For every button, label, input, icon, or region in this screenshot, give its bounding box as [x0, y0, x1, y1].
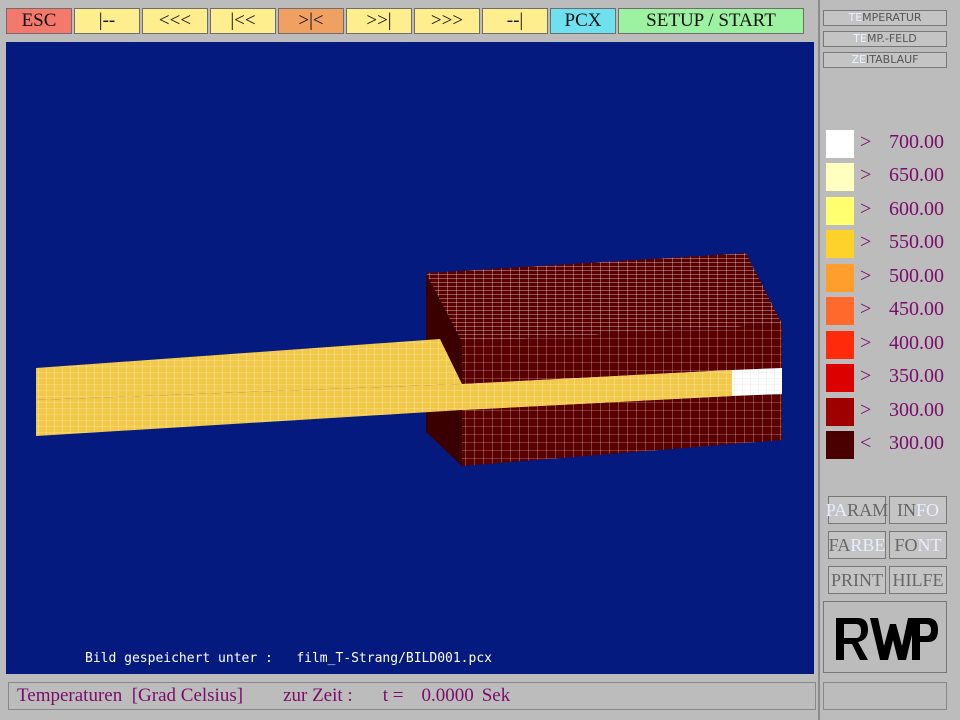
farbe-label: FA — [828, 534, 851, 555]
legend-swatch — [826, 264, 854, 292]
legend-operator: > — [860, 231, 872, 253]
legend-operator: > — [860, 131, 872, 153]
legend-operator: > — [860, 365, 872, 387]
step-backward-button[interactable]: |<< — [210, 8, 276, 34]
legend-operator: > — [860, 198, 872, 220]
font-hotkey: NT — [917, 534, 942, 555]
legend-operator: < — [860, 432, 872, 454]
farbe-hotkey: RBE — [850, 534, 886, 555]
print-button[interactable]: PRINT — [828, 566, 886, 594]
legend-row: >600.00 — [826, 197, 946, 225]
menu-zeitablauf[interactable]: ZEITABLAUF — [823, 52, 947, 68]
pcx-export-button[interactable]: PCX — [550, 8, 616, 34]
legend-operator: > — [860, 298, 872, 320]
legend-value: 700.00 — [889, 131, 944, 153]
menu-temperatur-hotkey: TE — [848, 11, 863, 24]
hilfe-label: HILFE — [892, 569, 944, 590]
menu-zeitablauf-label: ITABLAUF — [866, 53, 919, 66]
legend-row: >500.00 — [826, 264, 946, 292]
legend-row: >400.00 — [826, 331, 946, 359]
print-label: PRINT — [830, 569, 883, 590]
status-bar: Temperaturen [Grad Celsius] zur Zeit : t… — [8, 682, 816, 710]
info-button[interactable]: IN FO — [889, 496, 947, 524]
legend-value: 550.00 — [889, 231, 944, 253]
legend-row: >550.00 — [826, 230, 946, 258]
legend-row: >450.00 — [826, 297, 946, 325]
t-value: 0.0000 — [421, 685, 474, 706]
bottom-right-panel — [823, 682, 947, 710]
menu-temperatur[interactable]: TEMPERATUR — [823, 10, 947, 26]
farbe-button[interactable]: FA RBE — [828, 531, 886, 559]
param-hotkey: PA — [825, 499, 848, 520]
legend-operator: > — [860, 265, 872, 287]
legend-swatch — [826, 130, 854, 158]
legend-row: <300.00 — [826, 431, 946, 459]
param-label: RAM — [847, 499, 889, 520]
legend-swatch — [826, 163, 854, 191]
legend-value: 300.00 — [889, 432, 944, 454]
legend-operator: > — [860, 399, 872, 421]
info-label: IN — [896, 499, 916, 520]
legend-value: 600.00 — [889, 198, 944, 220]
saved-image-message: Bild gespeichert unter : film_T-Strang/B… — [85, 651, 492, 666]
temperature-label: Temperaturen [Grad Celsius] — [17, 685, 244, 706]
t-unit: Sek — [481, 685, 511, 706]
legend-row: >300.00 — [826, 398, 946, 426]
menu-temperatur-label: MPERATUR — [862, 11, 922, 24]
info-hotkey: FO — [915, 499, 939, 520]
font-label: FO — [894, 534, 918, 555]
legend-value: 650.00 — [889, 164, 944, 186]
t-label: t = — [382, 685, 404, 706]
menu-zeitablauf-hotkey: ZE — [851, 53, 867, 66]
logo-panel — [823, 601, 947, 673]
menu-temp-feld-hotkey: TE — [853, 32, 867, 45]
legend-swatch — [826, 197, 854, 225]
first-frame-button[interactable]: |-- — [74, 8, 140, 34]
fast-backward-button[interactable]: <<< — [142, 8, 208, 34]
hot-tip — [732, 368, 782, 396]
param-button[interactable]: PA RAM — [825, 496, 889, 524]
legend-swatch — [826, 398, 854, 426]
legend-row: >700.00 — [826, 130, 946, 158]
font-button[interactable]: FO NT — [889, 531, 947, 559]
legend-swatch — [826, 230, 854, 258]
step-forward-button[interactable]: >>| — [346, 8, 412, 34]
legend-value: 450.00 — [889, 298, 944, 320]
hilfe-button[interactable]: HILFE — [889, 566, 947, 594]
render-viewport[interactable]: Bild gespeichert unter : film_T-Strang/B… — [6, 42, 814, 674]
menu-temp-feld-label: MP.-FELD — [866, 32, 917, 45]
stop-button[interactable]: >|< — [278, 8, 344, 34]
legend-value: 300.00 — [889, 399, 944, 421]
setup-start-button[interactable]: SETUP / START — [618, 8, 804, 34]
legend-swatch — [826, 364, 854, 392]
legend-swatch — [826, 431, 854, 459]
esc-button[interactable]: ESC — [6, 8, 72, 34]
fast-forward-button[interactable]: >>> — [414, 8, 480, 34]
time-label: zur Zeit : — [283, 685, 353, 706]
legend-row: >350.00 — [826, 364, 946, 392]
toolbar: ESC |-- <<< |<< >|< >>| >>> --| PCX SETU… — [6, 8, 812, 36]
mesh-scene — [36, 253, 782, 466]
rwp-logo — [836, 618, 938, 660]
menu-temp-feld[interactable]: TEMP.-FELD — [823, 31, 947, 47]
legend-operator: > — [860, 332, 872, 354]
legend-row: >650.00 — [826, 163, 946, 191]
legend-swatch — [826, 331, 854, 359]
legend-value: 400.00 — [889, 332, 944, 354]
panel-divider — [818, 0, 820, 720]
legend-swatch — [826, 297, 854, 325]
legend-value: 500.00 — [889, 265, 944, 287]
last-frame-button[interactable]: --| — [482, 8, 548, 34]
legend-operator: > — [860, 164, 872, 186]
legend-value: 350.00 — [889, 365, 944, 387]
